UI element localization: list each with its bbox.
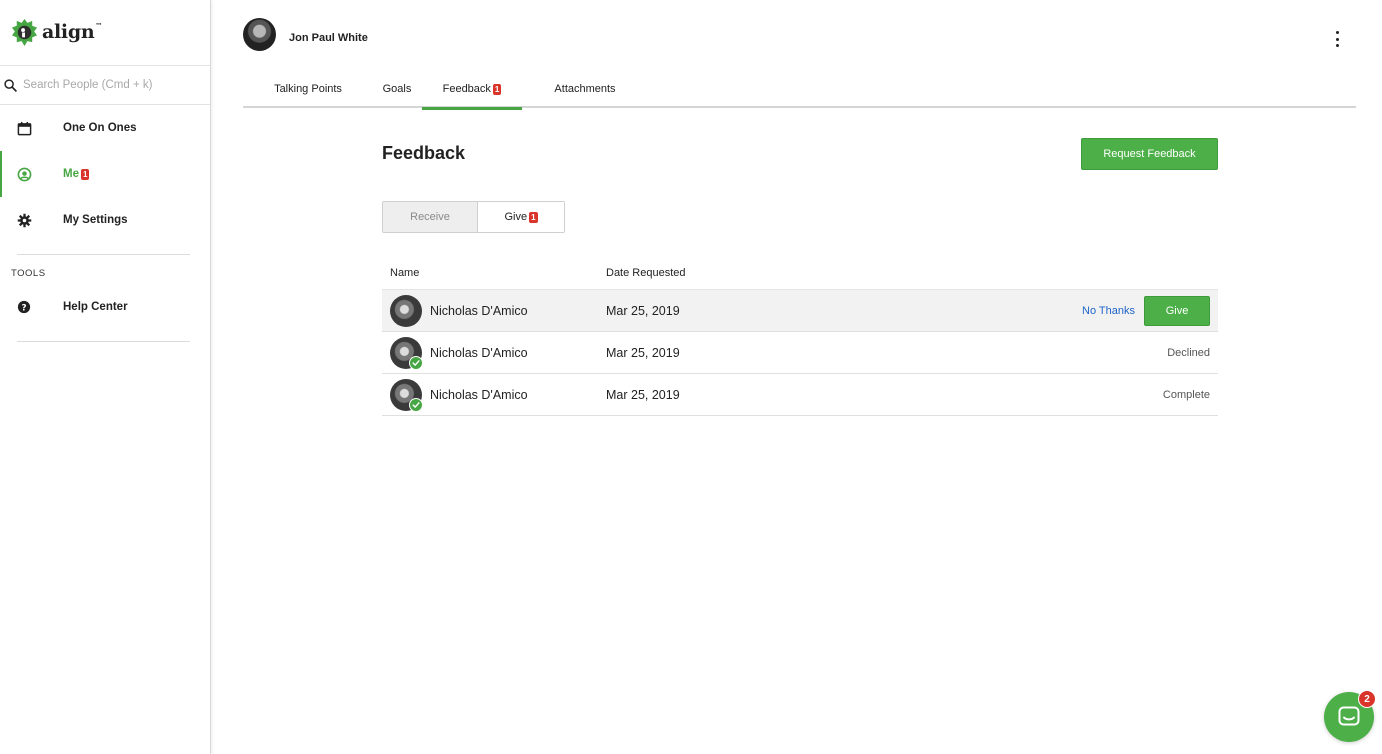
sidebar-item-me[interactable]: Me 1 — [0, 151, 210, 197]
requester-name: Nicholas D'Amico — [430, 304, 528, 318]
tab-goals[interactable]: Goals — [365, 70, 429, 108]
tab-bar: Talking Points Goals Feedback 1 Attachme… — [243, 70, 1356, 110]
sidebar-item-me-label: Me — [63, 168, 79, 180]
user-avatar[interactable] — [243, 18, 276, 51]
requested-date: Mar 25, 2019 — [606, 388, 680, 402]
sidebar: align™ One On Ones Me — [0, 0, 211, 754]
segment-label: Receive — [410, 211, 450, 223]
requester-name: Nicholas D'Amico — [430, 346, 528, 360]
check-icon — [409, 356, 423, 370]
table-row: Nicholas D'Amico Mar 25, 2019 Declined — [382, 332, 1218, 374]
logo-wordmark: align™ — [42, 21, 103, 43]
search-icon — [4, 78, 17, 92]
sidebar-item-label: One On Ones — [63, 122, 137, 134]
column-header-date: Date Requested — [606, 267, 686, 279]
tab-feedback[interactable]: Feedback 1 — [422, 70, 522, 110]
user-name: Jon Paul White — [289, 32, 368, 44]
column-header-name: Name — [390, 267, 420, 279]
chat-icon — [1338, 706, 1360, 726]
user-circle-icon — [16, 166, 32, 182]
tab-label: Talking Points — [274, 83, 342, 95]
sidebar-item-one-on-ones[interactable]: One On Ones — [0, 105, 210, 151]
feedback-segment-control: Receive Give 1 — [382, 201, 565, 233]
requested-date: Mar 25, 2019 — [606, 304, 680, 318]
avatar — [390, 295, 422, 327]
notification-badge: 1 — [529, 211, 538, 223]
tab-label: Feedback — [442, 83, 491, 95]
check-icon — [409, 398, 423, 412]
status-text: Complete — [1162, 389, 1210, 401]
chat-unread-badge: 2 — [1358, 690, 1376, 708]
align-logo-icon — [11, 18, 38, 46]
requester-name: Nicholas D'Amico — [430, 388, 528, 402]
segment-give[interactable]: Give 1 — [478, 202, 564, 232]
segment-receive[interactable]: Receive — [383, 202, 478, 232]
table-header: Name Date Requested — [382, 264, 1218, 290]
sidebar-item-label: Me 1 — [63, 168, 90, 180]
table-row: Nicholas D'Amico Mar 25, 2019 Complete — [382, 374, 1218, 416]
segment-label: Give — [504, 211, 528, 223]
no-thanks-link[interactable]: No Thanks — [1082, 305, 1135, 317]
sidebar-divider — [17, 254, 190, 255]
table-row: Nicholas D'Amico Mar 25, 2019 No Thanks … — [382, 290, 1218, 332]
feedback-table: Name Date Requested Nicholas D'Amico Mar… — [382, 264, 1218, 416]
request-feedback-button[interactable]: Request Feedback — [1081, 138, 1218, 170]
requested-date: Mar 25, 2019 — [606, 346, 680, 360]
calendar-icon — [16, 120, 32, 136]
help-icon: ? — [16, 299, 32, 315]
give-button[interactable]: Give — [1144, 296, 1210, 326]
tools-section-label: TOOLS — [11, 268, 46, 279]
sidebar-item-label: My Settings — [63, 214, 128, 226]
status-text: Declined — [1167, 347, 1210, 359]
search-input[interactable] — [23, 79, 193, 91]
align-logo[interactable]: align™ — [11, 17, 102, 47]
page-title: Feedback — [382, 143, 466, 163]
tab-label: Attachments — [554, 83, 616, 95]
svg-text:?: ? — [21, 304, 26, 314]
notification-badge: 1 — [80, 168, 90, 180]
more-options-icon[interactable] — [1332, 31, 1342, 47]
tab-talking-points[interactable]: Talking Points — [253, 70, 363, 108]
sidebar-item-help-center[interactable]: ? Help Center — [0, 284, 210, 330]
header: Jon Paul White Talking Points Goals Feed… — [211, 0, 1382, 110]
gear-icon — [16, 212, 32, 228]
sidebar-item-label: Help Center — [63, 301, 128, 313]
sidebar-divider — [17, 341, 190, 342]
search-bar[interactable] — [0, 65, 210, 105]
sidebar-item-my-settings[interactable]: My Settings — [0, 197, 210, 243]
tab-attachments[interactable]: Attachments — [534, 70, 636, 108]
notification-badge: 1 — [492, 83, 502, 95]
tab-label: Goals — [382, 83, 412, 95]
